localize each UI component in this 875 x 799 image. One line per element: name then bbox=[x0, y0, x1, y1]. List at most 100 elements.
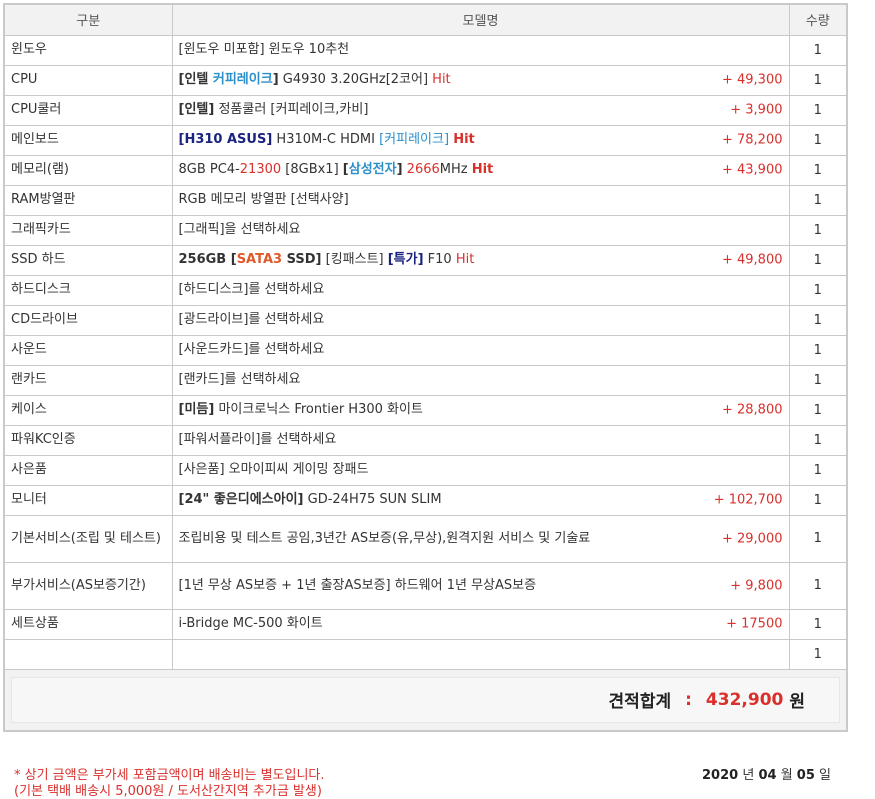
model-text-part: [1년 무상 AS보증 + 1년 출장AS보증] 하드웨어 1년 무상AS보증 bbox=[178, 577, 537, 593]
row-price: + 28,800 bbox=[721, 402, 783, 418]
model-name: [사은품] 오마이피씨 게이밍 장패드 bbox=[179, 462, 783, 478]
model-text-part: 정품쿨러 [커피레이크,카비] bbox=[214, 102, 369, 117]
total-box: 견적합계 : 432,900 원 bbox=[11, 676, 840, 723]
row-category: 랜카드 bbox=[3, 364, 173, 396]
row-model: [사은품] 오마이피씨 게이밍 장패드 bbox=[171, 454, 790, 486]
model-name: [윈도우 미포함] 윈도우 10추천 bbox=[179, 42, 783, 58]
table-row: CPU [인텔 커피레이크] G4930 3.20GHz[2코어] Hit + 49… bbox=[3, 64, 848, 96]
model-name: RGB 메모리 방열판 [선택사양] bbox=[179, 192, 783, 208]
row-model: [파워서플라이]를 선택하세요 bbox=[171, 424, 790, 456]
table-row: 파워KC인증 [파워서플라이]를 선택하세요 1 bbox=[3, 424, 848, 456]
row-qty: 1 bbox=[788, 334, 848, 366]
table-row: 1 bbox=[3, 638, 848, 670]
row-model bbox=[171, 638, 790, 670]
model-text-part: F10 bbox=[423, 252, 456, 267]
table-row: 모니터 [24" 좋은디에스아이] GD-24H75 SUN SLIM + 102,… bbox=[3, 484, 848, 516]
date-day: 05 bbox=[796, 768, 815, 783]
total-cell: 견적합계 : 432,900 원 bbox=[3, 668, 848, 731]
model-text-part: [24" 좋은디에스아이] bbox=[178, 492, 304, 507]
row-price: + 29,000 bbox=[721, 531, 783, 546]
row-category: CPU bbox=[3, 64, 173, 96]
row-qty: 1 bbox=[788, 214, 848, 246]
model-name: [미듬] 마이크로닉스 Frontier H300 화이트 bbox=[179, 402, 783, 418]
row-model: [24" 좋은디에스아이] GD-24H75 SUN SLIM + 102,700 bbox=[171, 484, 790, 516]
table-row: 케이스 [미듬] 마이크로닉스 Frontier H300 화이트 + 28,800… bbox=[3, 394, 848, 426]
model-name: [인텔] 정품쿨러 [커피레이크,카비] bbox=[179, 102, 783, 118]
row-model: [사운드카드]를 선택하세요 bbox=[171, 334, 790, 366]
model-text-part: Hit bbox=[453, 132, 475, 147]
model-text-part: i-Bridge MC-500 화이트 bbox=[178, 616, 323, 631]
model-text-part: RGB 메모리 방열판 [선택사양] bbox=[178, 192, 349, 207]
row-model: [광드라이브]를 선택하세요 bbox=[171, 304, 790, 336]
row-model: [인텔] 정품쿨러 [커피레이크,카비] + 3,900 bbox=[171, 94, 790, 126]
row-category: RAM방열판 bbox=[3, 184, 173, 216]
model-name: [그래픽]을 선택하세요 bbox=[179, 222, 783, 238]
row-qty: 1 bbox=[788, 244, 848, 276]
table-row: SSD 하드 256GB [SATA3 SSD] [킹패스트] [특가] F10 … bbox=[3, 244, 848, 276]
row-model: i-Bridge MC-500 화이트 + 17500 bbox=[171, 608, 790, 640]
row-qty: 1 bbox=[788, 184, 848, 216]
row-category: 그래픽카드 bbox=[3, 214, 173, 246]
model-name: [사운드카드]를 선택하세요 bbox=[179, 342, 783, 358]
model-name: [인텔 커피레이크] G4930 3.20GHz[2코어] Hit bbox=[179, 72, 783, 88]
row-price: + 49,800 bbox=[721, 252, 783, 268]
model-text-part: [윈도우 미포함] 윈도우 10추천 bbox=[178, 42, 350, 57]
row-qty: 1 bbox=[788, 514, 848, 563]
row-qty: 1 bbox=[788, 394, 848, 426]
row-qty: 1 bbox=[788, 454, 848, 486]
row-category: 부가서비스(AS보증기간) bbox=[3, 561, 173, 610]
model-text-part: MHz bbox=[439, 162, 472, 177]
model-name: 256GB [SATA3 SSD] [킹패스트] [특가] F10 Hit bbox=[179, 252, 783, 268]
model-text-part: [특가] bbox=[387, 252, 424, 267]
row-price: + 78,200 bbox=[721, 132, 783, 148]
row-price: + 17500 bbox=[726, 616, 783, 632]
header-qty: 수량 bbox=[788, 3, 848, 36]
model-text-part: GD-24H75 SUN SLIM bbox=[303, 492, 442, 507]
row-model: RGB 메모리 방열판 [선택사양] bbox=[171, 184, 790, 216]
row-category: 케이스 bbox=[3, 394, 173, 426]
row-qty: 1 bbox=[788, 64, 848, 96]
row-model: [미듬] 마이크로닉스 Frontier H300 화이트 + 28,800 bbox=[171, 394, 790, 426]
row-model: [랜카드]를 선택하세요 bbox=[171, 364, 790, 396]
row-category: 기본서비스(조립 및 테스트) bbox=[3, 514, 173, 563]
shipping-note: (기본 택배 배송시 5,000원 / 도서산간지역 추가금 발생) bbox=[14, 784, 322, 799]
model-name: 조립비용 및 테스트 공임,3년간 AS보증(유,무상),원격지원 서비스 및 … bbox=[179, 531, 783, 547]
model-text-part: [인텔 bbox=[178, 72, 213, 87]
model-name: i-Bridge MC-500 화이트 bbox=[179, 616, 783, 632]
table-row: 세트상품 i-Bridge MC-500 화이트 + 17500 1 bbox=[3, 608, 848, 640]
table-row: 메인보드 [H310 ASUS] H310M-C HDMI [커피레이크] Hit… bbox=[3, 124, 848, 156]
row-price: + 43,900 bbox=[721, 162, 783, 178]
model-text-part: SSD] bbox=[282, 252, 322, 267]
model-text-part: [랜카드]를 선택하세요 bbox=[178, 372, 301, 387]
table-row: RAM방열판 RGB 메모리 방열판 [선택사양] 1 bbox=[3, 184, 848, 216]
model-name: [1년 무상 AS보증 + 1년 출장AS보증] 하드웨어 1년 무상AS보증 bbox=[179, 578, 783, 594]
row-qty: 1 bbox=[788, 304, 848, 336]
model-text-part: [인텔] bbox=[178, 102, 215, 117]
model-text-part: Hit bbox=[471, 162, 494, 177]
row-category: 사운드 bbox=[3, 334, 173, 366]
table-row: CD드라이브 [광드라이브]를 선택하세요 1 bbox=[3, 304, 848, 336]
model-text-part: [8GBx1] bbox=[281, 162, 343, 177]
total-amount: 432,900 bbox=[705, 689, 784, 710]
model-text-part: 21300 bbox=[239, 162, 282, 177]
total-unit: 원 bbox=[789, 692, 805, 712]
row-category: 하드디스크 bbox=[3, 274, 173, 306]
model-text-part: [광드라이브]를 선택하세요 bbox=[178, 312, 325, 327]
row-qty: 1 bbox=[788, 484, 848, 516]
date-year-unit: 년 bbox=[742, 768, 755, 783]
table-row: 윈도우 [윈도우 미포함] 윈도우 10추천 1 bbox=[3, 34, 848, 66]
model-text-part: [킹패스트] bbox=[321, 252, 388, 267]
model-text-part: 마이크로닉스 Frontier H300 화이트 bbox=[214, 402, 423, 417]
estimate-table: 구분 모델명 수량 윈도우 [윈도우 미포함] 윈도우 10추천 1 CPU [인텔 커… bbox=[3, 3, 848, 732]
row-price: + 102,700 bbox=[713, 492, 783, 508]
total-colon: : bbox=[685, 689, 692, 710]
model-text-part: 커피레이크 bbox=[212, 72, 273, 87]
model-text-part: 조립비용 및 테스트 공임,3년간 AS보증(유,무상),원격지원 서비스 및 … bbox=[178, 530, 591, 546]
model-name: [하드디스크]를 선택하세요 bbox=[179, 282, 783, 298]
model-name: [H310 ASUS] H310M-C HDMI [커피레이크] Hit bbox=[179, 132, 783, 148]
model-text-part: Hit bbox=[455, 252, 475, 267]
model-text-part: Hit bbox=[432, 72, 451, 87]
row-category: SSD 하드 bbox=[3, 244, 173, 276]
row-qty: 1 bbox=[788, 94, 848, 126]
model-name: [파워서플라이]를 선택하세요 bbox=[179, 432, 783, 448]
